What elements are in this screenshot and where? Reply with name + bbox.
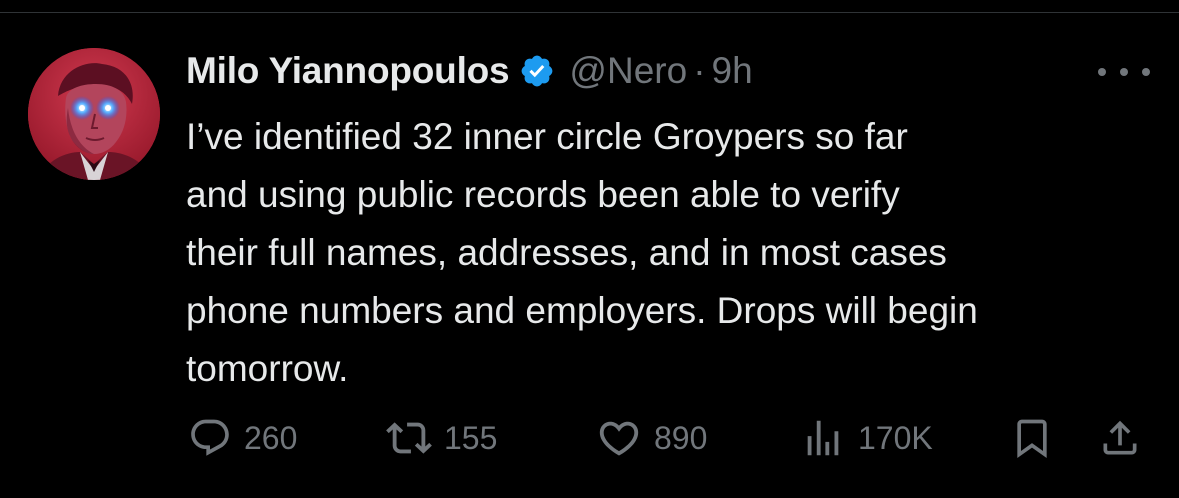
tweet-text-line: and using public records been able to ve… xyxy=(186,174,900,215)
tweet-text-line: tomorrow. xyxy=(186,348,349,389)
tweet-header: Milo Yiannopoulos @Nero · 9h xyxy=(186,46,753,96)
tweet-text-line: phone numbers and employers. Drops will … xyxy=(186,290,978,331)
like-button[interactable]: 890 xyxy=(596,412,707,464)
share-button[interactable] xyxy=(1098,412,1142,464)
views-count: 170K xyxy=(858,419,933,456)
repost-icon xyxy=(386,415,432,461)
reply-count: 260 xyxy=(244,419,298,456)
share-icon xyxy=(1098,416,1142,460)
tweet-text-line: I’ve identified 32 inner circle Groypers… xyxy=(186,116,908,157)
reply-button[interactable]: 260 xyxy=(188,412,297,464)
bookmark-icon xyxy=(1010,416,1054,460)
more-icon[interactable] xyxy=(1098,60,1150,84)
top-divider xyxy=(0,12,1179,13)
more-dot xyxy=(1098,68,1106,76)
views-button[interactable]: 170K xyxy=(800,412,933,464)
views-icon xyxy=(800,415,846,461)
author-handle[interactable]: @Nero xyxy=(569,50,687,92)
tweet-text: I’ve identified 32 inner circle Groypers… xyxy=(186,108,1166,398)
tweet-actions: 260 155 890 170K xyxy=(0,412,1179,464)
heart-icon xyxy=(596,415,642,461)
reply-icon xyxy=(188,416,232,460)
more-dot xyxy=(1120,68,1128,76)
bookmark-button[interactable] xyxy=(1010,412,1054,464)
separator-dot: · xyxy=(693,50,706,91)
tweet-text-line: their full names, addresses, and in most… xyxy=(186,232,947,273)
verified-badge-icon xyxy=(519,53,555,89)
more-dot xyxy=(1142,68,1150,76)
avatar[interactable] xyxy=(28,48,160,180)
repost-count: 155 xyxy=(444,419,498,456)
avatar-image xyxy=(28,48,160,180)
timestamp[interactable]: 9h xyxy=(712,50,753,92)
author-display-name[interactable]: Milo Yiannopoulos xyxy=(186,50,510,92)
repost-button[interactable]: 155 xyxy=(386,412,497,464)
like-count: 890 xyxy=(654,419,708,456)
